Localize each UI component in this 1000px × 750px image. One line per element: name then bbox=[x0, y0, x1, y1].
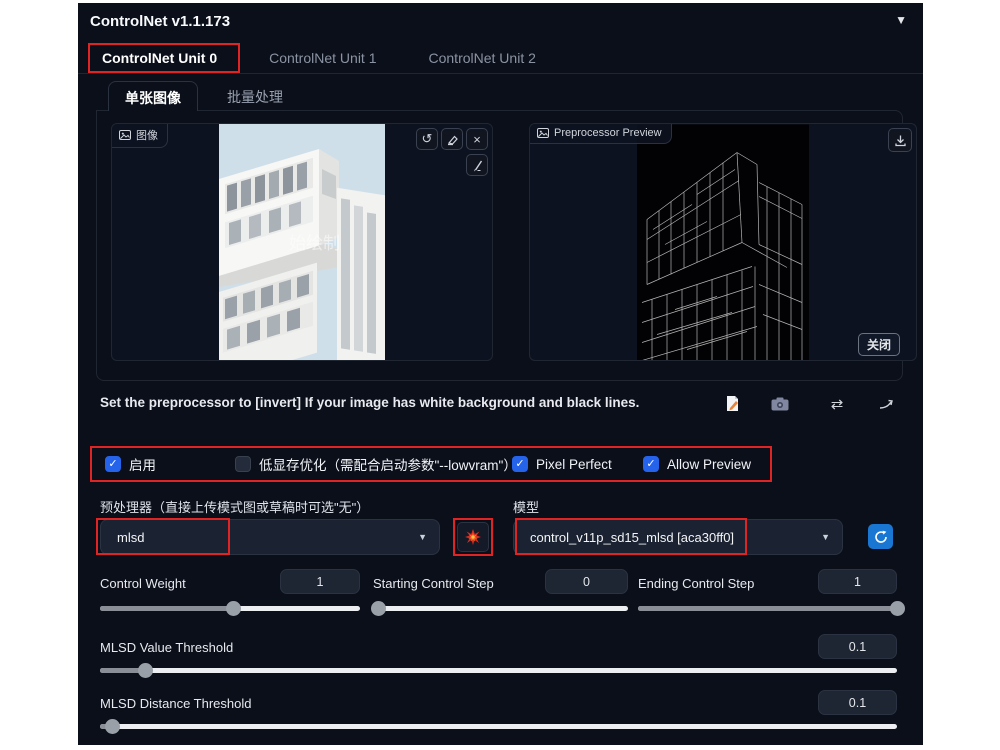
allow-preview-checkbox[interactable]: ✓ bbox=[643, 456, 659, 472]
invert-hint-text: Set the preprocessor to [invert] If your… bbox=[100, 395, 640, 410]
eraser-icon bbox=[447, 135, 458, 145]
preprocessor-dropdown[interactable]: mlsd ▼ bbox=[100, 519, 440, 555]
tab-batch-process[interactable]: 批量处理 bbox=[211, 81, 299, 111]
camera-icon bbox=[771, 397, 789, 411]
image-panel-chip: 图像 bbox=[112, 124, 168, 148]
allow-preview-checkbox-item: ✓ Allow Preview bbox=[643, 454, 751, 474]
eraser-button[interactable] bbox=[441, 128, 463, 150]
mlsd-distance-threshold-input[interactable]: 0.1 bbox=[818, 690, 897, 715]
panel-title: ControlNet v1.1.173 bbox=[90, 13, 231, 30]
source-image: 始绘制 bbox=[219, 124, 385, 360]
edit-document-button[interactable] bbox=[722, 393, 744, 415]
close-preview-button[interactable]: 关闭 bbox=[857, 333, 900, 356]
tab-single-image[interactable]: 单张图像 bbox=[108, 81, 198, 111]
webcam-button[interactable] bbox=[769, 393, 791, 415]
starting-step-label: Starting Control Step bbox=[373, 576, 494, 591]
lowvram-checkbox-item: ✓ 低显存优化（需配合启动参数"--lowvram"） bbox=[235, 454, 517, 474]
mirror-webcam-button[interactable]: ⇄ bbox=[826, 393, 848, 415]
watermark-text: 始绘制 bbox=[289, 234, 340, 253]
undo-button[interactable]: ↺ bbox=[416, 128, 438, 150]
enable-checkbox-item: ✓ 启用 bbox=[105, 454, 156, 474]
preprocessor-label: 预处理器（直接上传模式图或草稿时可选"无"） bbox=[100, 500, 370, 515]
control-weight-slider[interactable] bbox=[100, 601, 360, 616]
swap-arrows-icon: ⇄ bbox=[830, 396, 844, 413]
ending-step-input[interactable]: 1 bbox=[818, 569, 897, 594]
curved-arrow-icon bbox=[879, 399, 893, 409]
notice-row: Set the preprocessor to [invert] If your… bbox=[78, 391, 923, 421]
image-actions: ↺ × bbox=[416, 128, 488, 150]
slider-handle[interactable] bbox=[137, 663, 153, 678]
model-label: 模型 bbox=[513, 500, 540, 515]
pixel-perfect-label: Pixel Perfect bbox=[536, 456, 612, 472]
chevron-down-icon: ▼ bbox=[418, 532, 427, 542]
slider-handle[interactable] bbox=[225, 601, 241, 616]
ending-step-label: Ending Control Step bbox=[638, 576, 755, 591]
refresh-icon bbox=[874, 530, 887, 543]
tab-controlnet-unit-1[interactable]: ControlNet Unit 1 bbox=[257, 45, 388, 71]
starting-step-slider[interactable] bbox=[371, 601, 628, 616]
pixel-perfect-checkbox-item: ✓ Pixel Perfect bbox=[512, 454, 612, 474]
enable-checkbox[interactable]: ✓ bbox=[105, 456, 121, 472]
check-icon: ✓ bbox=[646, 457, 656, 470]
mlsd-distance-threshold-slider[interactable] bbox=[100, 719, 897, 734]
chevron-down-icon: ▼ bbox=[821, 532, 830, 542]
model-value: control_v11p_sd15_mlsd [aca30ff0] bbox=[530, 529, 735, 545]
preview-image bbox=[637, 124, 809, 360]
pen-icon bbox=[473, 160, 482, 171]
mlsd-value-threshold-input[interactable]: 0.1 bbox=[818, 634, 897, 659]
collapse-icon[interactable]: ▼ bbox=[895, 13, 907, 27]
send-dimensions-button[interactable] bbox=[876, 393, 898, 415]
download-preview-button[interactable] bbox=[888, 128, 912, 152]
image-panel-label: 图像 bbox=[136, 130, 158, 142]
enable-label: 启用 bbox=[129, 458, 156, 473]
run-preprocessor-button[interactable] bbox=[457, 522, 489, 552]
control-weight-input[interactable]: 1 bbox=[280, 569, 360, 594]
preprocessor-value: mlsd bbox=[117, 529, 145, 545]
control-weight-label: Control Weight bbox=[100, 576, 186, 591]
check-icon: ✓ bbox=[108, 457, 118, 470]
explosion-icon bbox=[465, 529, 481, 545]
starting-step-input[interactable]: 0 bbox=[545, 569, 628, 594]
slider-handle[interactable] bbox=[371, 601, 387, 616]
preprocessor-preview-panel[interactable]: Preprocessor Preview 关闭 bbox=[529, 123, 917, 361]
document-edit-icon bbox=[727, 396, 738, 411]
clear-image-button[interactable]: × bbox=[466, 128, 488, 150]
allow-preview-label: Allow Preview bbox=[667, 456, 752, 472]
mlsd-distance-threshold-label: MLSD Distance Threshold bbox=[100, 696, 252, 711]
brush-button[interactable] bbox=[466, 154, 488, 176]
lowvram-label: 低显存优化（需配合启动参数"--lowvram"） bbox=[259, 458, 517, 473]
download-icon bbox=[894, 135, 906, 146]
mlsd-value-threshold-label: MLSD Value Threshold bbox=[100, 640, 234, 655]
slider-handle[interactable] bbox=[104, 719, 120, 734]
close-icon: × bbox=[473, 131, 481, 147]
undo-icon: ↺ bbox=[421, 131, 433, 146]
mlsd-wireframe bbox=[637, 124, 809, 360]
image-icon bbox=[119, 130, 131, 140]
image-icon bbox=[537, 128, 549, 138]
preview-panel-chip: Preprocessor Preview bbox=[530, 124, 672, 144]
lowvram-checkbox[interactable]: ✓ bbox=[235, 456, 251, 472]
building-photo: 始绘制 bbox=[219, 124, 385, 360]
controlnet-panel: ControlNet v1.1.173 ▼ ControlNet Unit 0 … bbox=[78, 3, 923, 745]
image-upload-container: 始绘制 图像 ↺ × Preprocessor Preview 关闭 bbox=[96, 110, 917, 381]
unit-tabs: ControlNet Unit 0 ControlNet Unit 1 Cont… bbox=[90, 45, 548, 71]
slider-handle[interactable] bbox=[890, 601, 905, 616]
check-icon: ✓ bbox=[515, 457, 525, 470]
tab-controlnet-unit-2[interactable]: ControlNet Unit 2 bbox=[417, 45, 548, 71]
source-image-panel[interactable]: 始绘制 图像 ↺ × bbox=[111, 123, 493, 361]
pixel-perfect-checkbox[interactable]: ✓ bbox=[512, 456, 528, 472]
tabs-divider bbox=[78, 73, 923, 74]
preview-panel-label: Preprocessor Preview bbox=[554, 127, 662, 139]
mlsd-value-threshold-slider[interactable] bbox=[100, 663, 897, 678]
refresh-models-button[interactable] bbox=[868, 524, 893, 549]
model-dropdown[interactable]: control_v11p_sd15_mlsd [aca30ff0] ▼ bbox=[513, 519, 843, 555]
ending-step-slider[interactable] bbox=[638, 601, 905, 616]
tab-controlnet-unit-0[interactable]: ControlNet Unit 0 bbox=[90, 45, 229, 71]
page: ControlNet v1.1.173 ▼ ControlNet Unit 0 … bbox=[0, 0, 1000, 750]
